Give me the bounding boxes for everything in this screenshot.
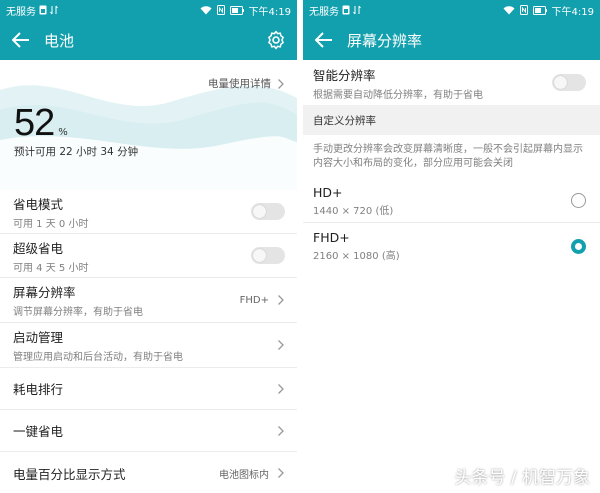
- option-subtitle: 1440 × 720 (低): [313, 205, 394, 217]
- custom-resolution-header: 自定义分辨率: [303, 105, 600, 135]
- nfc-icon: [216, 5, 225, 15]
- status-right: 下午4:19: [503, 3, 594, 18]
- nfc-icon: [519, 5, 528, 15]
- row-subtitle: 可用 1 天 0 小时: [13, 218, 89, 230]
- row-subtitle: 根据需要自动降低分辨率，有助于省电: [313, 89, 483, 101]
- row-title: 一键省电: [13, 424, 64, 439]
- status-bar: 无服务 下午4:19: [303, 0, 600, 20]
- radio-hd[interactable]: [571, 193, 586, 208]
- battery-hero: 电量使用详情 52 % 预计可用 22 小时 34 分钟: [0, 60, 297, 190]
- status-bar: 无服务 下午4:19: [0, 0, 297, 20]
- screen-resolution-screen: 无服务 下午4:19 屏幕分辨率 智能分辨率 根据需要自动降低分辨率，有助于省电…: [303, 0, 600, 493]
- app-bar: 电池: [0, 20, 297, 60]
- battery-percent-value: 52: [14, 102, 55, 144]
- custom-resolution-description: 手动更改分辨率会改变屏幕清晰度，一般不会引起屏幕内显示内容大小和布局的变化，部分…: [303, 135, 600, 179]
- row-title: 屏幕分辨率: [13, 285, 76, 300]
- app-bar: 屏幕分辨率: [303, 20, 600, 60]
- radio-fhd[interactable]: [571, 238, 586, 254]
- remaining-time: 预计可用 22 小时 34 分钟: [14, 146, 139, 158]
- usage-details-link[interactable]: 电量使用详情: [208, 76, 285, 91]
- carrier-text: 无服务: [309, 6, 339, 18]
- sim-icon: [39, 5, 47, 15]
- battery-screen: 无服务 下午4:19 电池 电量使用详情 52 % 预计可用 22 小时 34 …: [0, 0, 297, 493]
- row-subtitle: 调节屏幕分辨率，有助于省电: [13, 307, 143, 318]
- row-title: 省电模式: [13, 196, 64, 212]
- settings-button[interactable]: [265, 29, 287, 51]
- chevron-right-icon: [278, 468, 284, 478]
- watermark-text: 头条号 / 机智万象: [454, 468, 590, 488]
- data-icon: [50, 5, 58, 15]
- chevron-right-icon: [278, 78, 284, 89]
- chevron-right-icon: [278, 295, 284, 305]
- carrier-group: 无服务: [309, 3, 503, 18]
- row-title: 启动管理: [13, 330, 64, 345]
- wifi-icon: [200, 6, 212, 15]
- status-right: 下午4:19: [200, 3, 291, 18]
- status-time: 下午4:19: [551, 6, 594, 18]
- resolution-option-fhd[interactable]: FHD+ 2160 × 1080 (高): [303, 223, 600, 269]
- gear-icon: [268, 30, 284, 50]
- startup-management-row[interactable]: 启动管理 管理应用启动和后台活动，有助于省电: [0, 323, 297, 368]
- sim-icon: [342, 5, 350, 15]
- row-value: 电池图标内: [219, 469, 269, 481]
- battery-settings-list: 省电模式 可用 1 天 0 小时 超级省电 可用 4 天 5 小时 屏幕分辨率 …: [0, 190, 297, 493]
- battery-percentage-display-row[interactable]: 电量百分比显示方式 电池图标内: [0, 452, 297, 493]
- chevron-right-icon: [278, 425, 284, 436]
- screen-resolution-row[interactable]: 屏幕分辨率 调节屏幕分辨率，有助于省电 FHD+: [0, 278, 297, 323]
- resolution-option-hd[interactable]: HD+ 1440 × 720 (低): [303, 179, 600, 223]
- power-saving-toggle[interactable]: [251, 203, 285, 220]
- row-value: FHD+: [239, 294, 269, 306]
- data-icon: [353, 5, 361, 15]
- ultra-power-saving-toggle[interactable]: [251, 247, 285, 264]
- battery-icon: [532, 5, 547, 15]
- battery-icon: [229, 5, 244, 15]
- page-title: 屏幕分辨率: [347, 31, 423, 50]
- row-title: 智能分辨率: [313, 67, 376, 83]
- smart-resolution-row[interactable]: 智能分辨率 根据需要自动降低分辨率，有助于省电: [303, 60, 600, 105]
- row-title: 耗电排行: [13, 382, 64, 397]
- page-title: 电池: [44, 31, 75, 50]
- one-tap-optimize-row[interactable]: 一键省电: [0, 410, 297, 452]
- carrier-group: 无服务: [6, 3, 200, 18]
- battery-percent-unit: %: [58, 127, 68, 138]
- smart-resolution-toggle[interactable]: [552, 74, 586, 91]
- option-title: FHD+: [313, 230, 350, 245]
- row-title: 电量百分比显示方式: [13, 466, 126, 482]
- power-consumption-ranking-row[interactable]: 耗电排行: [0, 368, 297, 410]
- chevron-right-icon: [278, 383, 284, 394]
- chevron-right-icon: [278, 340, 284, 350]
- ultra-power-saving-row[interactable]: 超级省电 可用 4 天 5 小时: [0, 234, 297, 278]
- back-button[interactable]: [10, 29, 32, 51]
- option-title: HD+: [313, 184, 343, 200]
- row-subtitle: 管理应用启动和后台活动，有助于省电: [13, 352, 183, 363]
- option-subtitle: 2160 × 1080 (高): [313, 251, 400, 262]
- back-button[interactable]: [313, 29, 335, 51]
- wifi-icon: [503, 6, 515, 15]
- carrier-text: 无服务: [6, 6, 36, 18]
- row-title: 超级省电: [13, 240, 64, 256]
- usage-details-label: 电量使用详情: [208, 78, 271, 90]
- battery-percentage: 52 %: [14, 102, 68, 145]
- row-subtitle: 可用 4 天 5 小时: [13, 262, 89, 274]
- power-saving-mode-row[interactable]: 省电模式 可用 1 天 0 小时: [0, 190, 297, 234]
- arrow-left-icon: [315, 32, 332, 48]
- arrow-left-icon: [12, 32, 29, 48]
- status-time: 下午4:19: [248, 6, 291, 18]
